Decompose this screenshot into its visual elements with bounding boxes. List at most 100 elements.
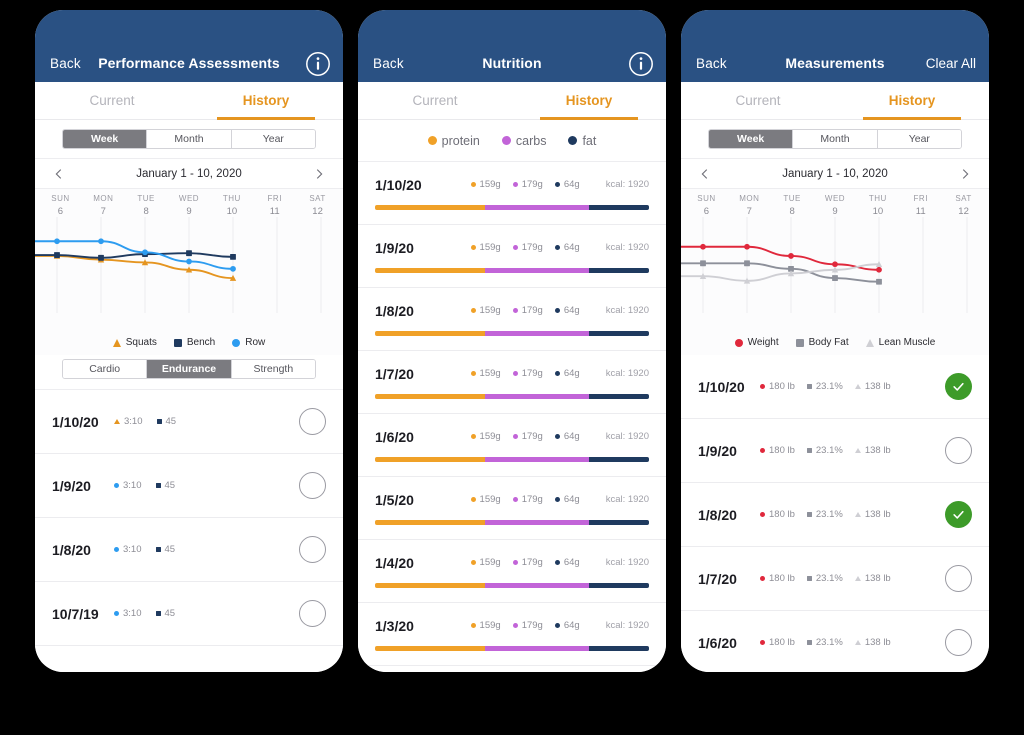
macro-bar-fat <box>588 519 649 525</box>
table-row[interactable]: 1/7/20 159g 179g 64g kcal: 1920 <box>358 351 666 414</box>
date-range-label: January 1 - 10, 2020 <box>782 167 888 180</box>
table-row[interactable]: 1/8/20 3:10 45 <box>35 518 343 582</box>
row-metric: 3:10 <box>114 416 143 427</box>
day-column: MON 7 <box>82 194 125 217</box>
empty-checkbox[interactable] <box>299 536 326 563</box>
tab-current[interactable]: Current <box>35 82 189 119</box>
table-row[interactable]: 1/9/20 159g 179g 64g kcal: 1920 <box>358 225 666 288</box>
macro-value: 179g <box>521 620 543 631</box>
table-row[interactable]: 1/4/20 159g 179g 64g kcal: 1920 <box>358 540 666 603</box>
day-number: 9 <box>832 206 838 217</box>
tab-current[interactable]: Current <box>681 82 835 119</box>
completed-checkbox[interactable] <box>945 373 972 400</box>
tab-history[interactable]: History <box>512 82 666 120</box>
circle-marker-icon <box>734 338 743 347</box>
square-marker-icon <box>806 576 812 581</box>
macro-value: 159g <box>479 179 501 190</box>
macro-value: 179g <box>521 305 543 316</box>
circle-marker-icon <box>470 497 476 502</box>
row-date: 1/3/20 <box>375 617 414 634</box>
row-date: 1/7/20 <box>375 365 414 382</box>
metric-body-fat: 23.1% <box>806 381 843 392</box>
day-column: WED 9 <box>168 194 211 217</box>
empty-checkbox[interactable] <box>299 600 326 627</box>
phone-nutrition: Back Nutrition Current History protein c <box>358 10 666 672</box>
table-row[interactable]: 1/6/20 180 lb 23.1% 138 lb <box>681 611 989 672</box>
segment-endurance[interactable]: Endurance <box>147 360 232 378</box>
macro-protein: 159g <box>470 179 501 190</box>
macro-fat: 64g <box>554 557 580 568</box>
tab-current[interactable]: Current <box>358 82 512 119</box>
macro-protein: 159g <box>470 557 501 568</box>
tab-history[interactable]: History <box>835 82 989 120</box>
table-row[interactable]: 1/8/20 180 lb 23.1% 138 lb <box>681 483 989 547</box>
circle-marker-icon <box>470 623 476 628</box>
segment-cardio[interactable]: Cardio <box>63 360 148 378</box>
nutrition-history-list[interactable]: 1/10/20 159g 179g 64g kcal: 1920 1/9/20 159g 17… <box>358 162 666 672</box>
table-row[interactable]: 1/8/20 159g 179g 64g kcal: 1920 <box>358 288 666 351</box>
kcal-label: kcal: 1920 <box>605 620 649 631</box>
legend-label: protein <box>441 133 480 148</box>
macro-fat: 64g <box>554 179 580 190</box>
empty-checkbox[interactable] <box>299 408 326 435</box>
table-row[interactable]: 1/6/20 159g 179g 64g kcal: 1920 <box>358 414 666 477</box>
table-row[interactable]: 1/9/20 180 lb 23.1% 138 lb <box>681 419 989 483</box>
row-date: 1/9/20 <box>375 239 414 256</box>
table-row[interactable]: 1/10/20 159g 179g 64g kcal: 1920 <box>358 162 666 225</box>
table-row[interactable]: 1/10/20 180 lb 23.1% 138 lb <box>681 355 989 419</box>
clear-all-button[interactable]: Clear All <box>926 56 976 71</box>
table-row[interactable]: 1/3/20 159g 179g 64g kcal: 1920 <box>358 603 666 666</box>
row-macros: 159g 179g 64g kcal: 1920 <box>470 557 649 568</box>
segment-week[interactable]: Week <box>63 130 148 148</box>
kcal-label: kcal: 1920 <box>605 179 649 190</box>
performance-history-list[interactable]: 1/10/20 3:10 45 1/9/20 3:10 45 1/8/20 3:10 45 10/… <box>35 390 343 672</box>
macro-protein: 159g <box>470 305 501 316</box>
empty-checkbox[interactable] <box>299 472 326 499</box>
day-column: SUN 6 <box>39 194 82 217</box>
row-metrics: 180 lb 23.1% 138 lb <box>760 445 891 456</box>
segment-strength[interactable]: Strength <box>231 360 315 378</box>
metric-lean-muscle: 138 lb <box>854 573 891 584</box>
kcal-label: kcal: 1920 <box>605 557 649 568</box>
metric-weight: 180 lb <box>760 381 795 392</box>
row-date: 1/5/20 <box>375 491 414 508</box>
metric-value: 23.1% <box>815 509 843 520</box>
table-row[interactable]: 1/9/20 3:10 45 <box>35 454 343 518</box>
macro-protein: 159g <box>470 494 501 505</box>
circle-marker-icon <box>760 384 765 389</box>
macro-carbs: 179g <box>512 620 543 631</box>
square-marker-icon <box>806 512 812 517</box>
metric-value: 23.1% <box>815 381 843 392</box>
segment-week[interactable]: Week <box>709 130 794 148</box>
completed-checkbox[interactable] <box>945 501 972 528</box>
empty-checkbox[interactable] <box>945 437 972 464</box>
metric-value: 138 lb <box>864 445 891 456</box>
empty-checkbox[interactable] <box>945 565 972 592</box>
macro-value: 179g <box>521 431 543 442</box>
table-row[interactable]: 1/10/20 3:10 45 <box>35 390 343 454</box>
tab-history[interactable]: History <box>189 82 343 120</box>
macro-value: 64g <box>563 368 580 379</box>
table-row[interactable]: 1/7/20 180 lb 23.1% 138 lb <box>681 547 989 611</box>
table-row[interactable]: 1/5/20 159g 179g 64g kcal: 1920 <box>358 477 666 540</box>
legend-label: carbs <box>515 133 547 148</box>
macro-value: 64g <box>563 179 580 190</box>
info-circle-icon[interactable] <box>305 51 331 77</box>
macro-value: 159g <box>479 494 501 505</box>
empty-checkbox[interactable] <box>945 629 972 656</box>
navbar-measurements: Back Measurements Clear All <box>681 10 989 82</box>
row-macros: 159g 179g 64g kcal: 1920 <box>470 179 649 190</box>
metric-weight: 180 lb <box>760 637 795 648</box>
segment-year[interactable]: Year <box>231 130 315 148</box>
legend-label: Body Fat <box>808 337 849 348</box>
info-circle-icon[interactable] <box>628 51 654 77</box>
segment-year[interactable]: Year <box>877 130 961 148</box>
macro-bar <box>375 582 649 588</box>
segment-month[interactable]: Month <box>793 130 878 148</box>
measurements-history-list[interactable]: 1/10/20 180 lb 23.1% 138 lb 1/9/20 180 lb 23.1… <box>681 355 989 672</box>
row-metric: 45 <box>155 544 175 555</box>
day-number: 9 <box>186 206 192 217</box>
table-row[interactable]: 10/7/19 3:10 45 <box>35 582 343 646</box>
segment-month[interactable]: Month <box>147 130 232 148</box>
date-range-label: January 1 - 10, 2020 <box>136 167 242 180</box>
